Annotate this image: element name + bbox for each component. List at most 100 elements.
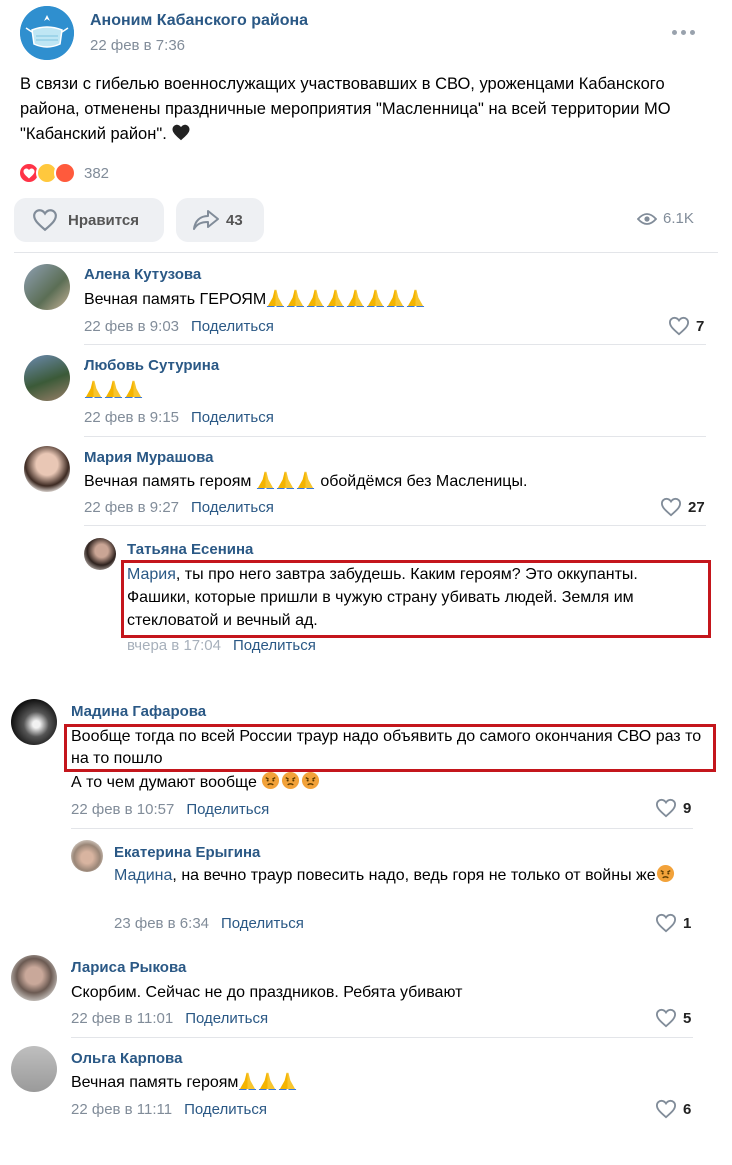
divider — [71, 1037, 693, 1038]
share-link[interactable]: Поделиться — [184, 1101, 267, 1118]
comment-author[interactable]: Алена Кутузова — [84, 266, 201, 283]
comment-author[interactable]: Лариса Рыкова — [71, 959, 186, 976]
divider — [71, 828, 693, 829]
comment-author[interactable]: Екатерина Ерыгина — [114, 844, 260, 861]
heart-outline-icon — [655, 1008, 677, 1028]
heart-outline-icon — [655, 913, 677, 933]
pray-icon — [286, 288, 305, 307]
comment-date[interactable]: 22 фев в 11:11 — [71, 1101, 172, 1118]
comment-like-button[interactable]: 27 — [660, 497, 705, 517]
post-date[interactable]: 22 фев в 7:36 — [90, 37, 185, 54]
share-link[interactable]: Поделиться — [191, 499, 274, 516]
avatar[interactable] — [11, 1046, 57, 1092]
angry-face-icon — [656, 864, 675, 883]
comment-meta: 22 фев в 11:01 Поделиться — [71, 1010, 268, 1027]
comment-author[interactable]: Татьяна Есенина — [127, 541, 253, 558]
comment-like-button[interactable]: 6 — [655, 1099, 691, 1119]
comment-date[interactable]: вчера в 17:04 — [127, 637, 221, 654]
pray-icon — [326, 288, 345, 307]
heart-outline-icon — [668, 316, 690, 336]
eye-icon — [637, 212, 657, 225]
comment-date[interactable]: 23 фев в 6:34 — [114, 915, 209, 932]
more-options-icon[interactable] — [672, 30, 696, 38]
heart-outline-icon — [660, 497, 682, 517]
heart-outline-icon — [32, 208, 58, 232]
share-link[interactable]: Поделиться — [233, 637, 316, 654]
views-count: 6.1K — [663, 210, 694, 227]
comment-like-button[interactable]: 9 — [655, 798, 691, 818]
pray-icon — [406, 288, 425, 307]
comment-author[interactable]: Ольга Карпова — [71, 1050, 182, 1067]
post-text: В связи с гибелью военнослужащих участво… — [20, 75, 671, 143]
comment-date[interactable]: 22 фев в 10:57 — [71, 801, 174, 818]
mention-link[interactable]: Мадина — [114, 867, 172, 884]
comment-like-button[interactable]: 1 — [655, 913, 691, 933]
like-count: 5 — [683, 1009, 692, 1027]
comment-like-button[interactable]: 5 — [655, 1008, 691, 1028]
comment-date[interactable]: 22 фев в 11:01 — [71, 1010, 173, 1027]
avatar[interactable] — [24, 355, 70, 401]
share-link[interactable]: Поделиться — [185, 1010, 268, 1027]
avatar[interactable] — [11, 699, 57, 745]
comment-meta: 22 фев в 9:03 Поделиться — [84, 318, 274, 335]
comment-text: Вечная память героям обойдёмся без Масле… — [84, 470, 527, 493]
angry-face-icon — [281, 771, 300, 790]
share-arrow-icon — [193, 210, 219, 230]
pray-icon — [278, 1071, 297, 1090]
comment-author[interactable]: Мария Мурашова — [84, 449, 214, 466]
comment-text: Скорбим. Сейчас не до праздников. Ребята… — [71, 984, 463, 1001]
pray-icon — [256, 470, 275, 489]
comment-meta: 22 фев в 9:15 Поделиться — [84, 409, 274, 426]
share-link[interactable]: Поделиться — [191, 318, 274, 335]
avatar[interactable] — [11, 955, 57, 1001]
share-link[interactable]: Поделиться — [186, 801, 269, 818]
heart-outline-icon — [655, 1099, 677, 1119]
pray-icon — [238, 1071, 257, 1090]
comment-text-line2: А то чем думают вообще — [71, 771, 321, 794]
pray-icon — [124, 379, 143, 398]
comment-meta: 22 фев в 10:57 Поделиться — [71, 801, 269, 818]
post-author[interactable]: Аноним Кабанского района — [90, 12, 308, 30]
avatar[interactable] — [84, 538, 116, 570]
share-button[interactable]: 43 — [176, 198, 264, 242]
divider — [14, 252, 718, 253]
like-count: 7 — [696, 317, 705, 335]
comment-date[interactable]: 22 фев в 9:27 — [84, 499, 179, 516]
comment-meta: вчера в 17:04 Поделиться — [127, 637, 316, 654]
like-button[interactable]: Нравится — [14, 198, 164, 242]
angry-reaction-icon — [54, 162, 76, 184]
share-link[interactable]: Поделиться — [191, 409, 274, 426]
community-avatar[interactable] — [20, 6, 74, 60]
comment-text: Мадина, на вечно траур повесить надо, ве… — [114, 864, 704, 887]
highlight-box — [64, 724, 716, 772]
avatar[interactable] — [71, 840, 103, 872]
highlight-box — [121, 560, 711, 638]
pray-icon — [296, 470, 315, 489]
comment-date[interactable]: 22 фев в 9:15 — [84, 409, 179, 426]
reactions-summary[interactable]: 382 — [18, 162, 109, 184]
comment-date[interactable]: 22 фев в 9:03 — [84, 318, 179, 335]
like-count: 27 — [688, 498, 705, 516]
reactions-count: 382 — [84, 164, 110, 182]
pray-icon — [276, 470, 295, 489]
pray-icon — [366, 288, 385, 307]
divider — [84, 436, 706, 437]
heart-outline-icon — [655, 798, 677, 818]
community-logo-icon — [20, 6, 74, 60]
comment-meta: 22 фев в 11:11 Поделиться — [71, 1101, 267, 1118]
like-count: 6 — [683, 1100, 692, 1118]
pray-icon — [84, 379, 103, 398]
comment-author[interactable]: Мадина Гафарова — [71, 703, 206, 720]
like-button-label: Нравится — [68, 211, 140, 229]
comment-author[interactable]: Любовь Сутурина — [84, 357, 219, 374]
pray-icon — [104, 379, 123, 398]
divider — [84, 525, 706, 526]
pray-icon — [258, 1071, 277, 1090]
angry-face-icon — [301, 771, 320, 790]
angry-face-icon — [261, 771, 280, 790]
share-link[interactable]: Поделиться — [221, 915, 304, 932]
avatar[interactable] — [24, 446, 70, 492]
views-counter: 6.1K — [637, 210, 694, 227]
comment-like-button[interactable]: 7 — [668, 316, 704, 336]
avatar[interactable] — [24, 264, 70, 310]
